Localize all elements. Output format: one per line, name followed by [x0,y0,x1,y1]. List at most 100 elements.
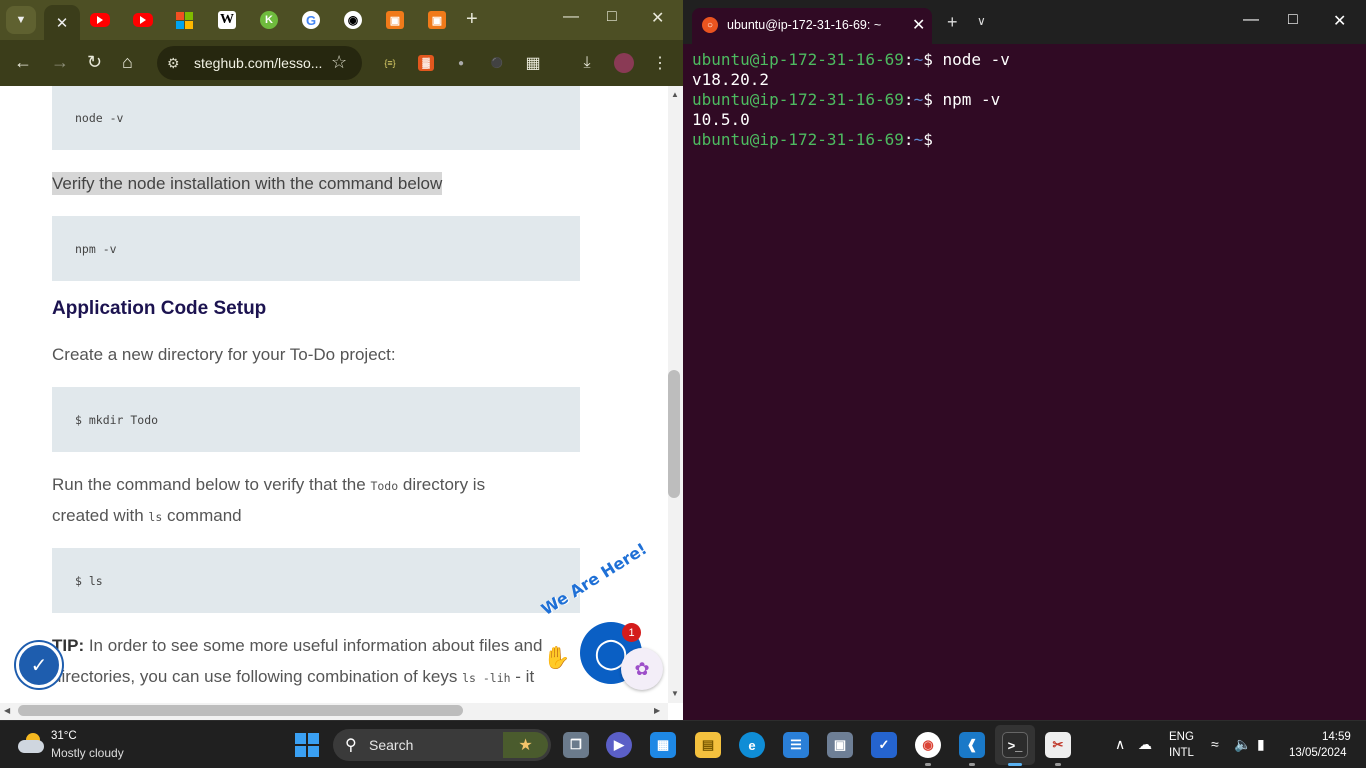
scroll-up-arrow[interactable]: ▲ [671,90,679,99]
fire-extension-icon[interactable]: ⚫ [489,55,505,71]
tab-youtube-2[interactable] [125,5,161,35]
terminal-output-line: v18.20.2 [692,70,770,89]
clock-date[interactable]: 13/05/2024 [1289,747,1347,759]
chevron-up-icon[interactable]: ∧ [1115,736,1125,753]
kr-icon: K [260,11,278,29]
prompt-separator: : [903,130,914,149]
scroll-right-arrow[interactable]: ▶ [654,706,660,715]
code-text: $ mkdir Todo [75,412,159,427]
forward-icon[interactable]: → [51,52,69,72]
tab-github[interactable]: ◉ [335,5,371,35]
address-bar[interactable]: ⚙ steghub.com/lesso... ☆ [157,46,362,80]
language-code[interactable]: ENG [1169,731,1194,743]
prompt-user: ubuntu@ip-172-31-16-69 [692,50,904,69]
snipping-tool-icon[interactable]: ✂ [1045,732,1071,758]
tab-orange-2[interactable]: ▣ [419,5,455,35]
paragraph-verify: Verify the node installation with the co… [52,169,582,199]
terminal-tab-bar: ○ ubuntu@ip-172-31-16-69: ~ ✕ + ∨ — □ ✕ [683,0,1366,44]
scroll-left-arrow[interactable]: ◀ [4,706,10,715]
tab-search-button[interactable]: ▼ [6,6,36,34]
chart-extension-icon[interactable]: ▓ [418,55,434,71]
tab-orange-1[interactable]: ▣ [377,5,413,35]
minimize-button[interactable]: — [1243,11,1259,29]
battery-icon[interactable]: ▮ [1257,736,1265,753]
taskbar: 31°C Mostly cloudy ⚲ Search ★ ❐ ▶ ▦ ▤ e … [0,720,1366,768]
code-block-npm: npm -v [52,216,580,281]
browser-window: ▼ ✕ W K G ◉ ▣ ▣ + — □ ✕ ← → ↻ ⌂ ⚙ steghu… [0,0,683,720]
new-tab-button[interactable]: + [466,8,478,31]
task-view-icon[interactable]: ❐ [563,732,589,758]
weather-description[interactable]: Mostly cloudy [51,746,124,760]
microsoft-store-icon[interactable]: ▦ [650,732,676,758]
horizontal-scroll-thumb[interactable] [18,705,463,716]
remote-desktop-icon[interactable]: ▣ [827,732,853,758]
youtube-icon [90,13,110,27]
window-close-button[interactable]: ✕ [651,8,664,28]
chrome-running-indicator [925,763,931,766]
vscode-icon[interactable]: ❰ [959,732,985,758]
todo-icon[interactable]: ✓ [871,732,897,758]
chevron-down-icon: ▼ [15,14,27,26]
back-icon[interactable]: ← [14,52,32,72]
text: created with [52,506,149,525]
volume-icon[interactable]: 🔈 [1234,736,1251,753]
page-content: node -v Verify the node installation wit… [0,86,668,703]
vertical-scroll-thumb[interactable] [668,370,680,498]
maximize-button[interactable]: □ [1288,11,1298,29]
tab-active[interactable]: ✕ [44,5,80,40]
terminal-tab[interactable]: ○ ubuntu@ip-172-31-16-69: ~ ✕ [692,8,932,44]
prompt-path: ~ [913,50,924,69]
onedrive-icon[interactable]: ☁ [1138,736,1152,753]
tab-youtube-1[interactable] [82,5,118,35]
code-block-ls: $ ls [52,548,580,613]
wave-hand-icon: ✋ [543,645,571,670]
reload-icon[interactable]: ↻ [87,52,102,72]
menu-kebab-icon[interactable]: ⋮ [652,55,668,72]
extensions-puzzle-icon[interactable]: ▦ [525,55,541,72]
prompt-dollar: $ [923,90,943,109]
tab-microsoft[interactable] [166,5,202,35]
new-terminal-tab-button[interactable]: + [947,12,958,33]
ai-assistant-button[interactable]: ✿ [621,648,663,690]
close-icon[interactable]: ✕ [912,15,925,35]
wikipedia-icon: W [218,11,236,29]
chevron-down-icon[interactable]: ∨ [977,14,986,28]
notepad-icon[interactable]: ☰ [783,732,809,758]
tab-wikipedia[interactable]: W [209,5,245,35]
highlighted-text: Verify the node installation with the co… [52,172,443,195]
bookmark-star-icon[interactable]: ☆ [331,52,347,73]
site-info-icon[interactable]: ⚙ [167,55,180,72]
clock-time[interactable]: 14:59 [1322,731,1351,743]
wifi-icon[interactable]: ≈ [1211,736,1219,752]
download-icon[interactable]: ⤓ [579,54,595,71]
close-icon[interactable]: ✕ [56,14,69,32]
prompt-dollar: $ [923,50,943,69]
prompt-dollar: $ [923,130,943,149]
code-text: node -v [75,110,124,125]
weather-temperature[interactable]: 31°C [51,730,77,742]
home-icon[interactable]: ⌂ [122,52,133,72]
terminal-icon[interactable]: >_ [1002,732,1028,758]
tab-google[interactable]: G [293,5,329,35]
avatar[interactable] [614,53,634,73]
weather-icon[interactable] [18,733,44,753]
teams-chat-icon[interactable]: ▶ [606,732,632,758]
ubuntu-icon: ○ [702,17,718,33]
terminal-output[interactable]: ubuntu@ip-172-31-16-69:~$ node -v v18.20.… [692,50,1010,150]
edge-icon[interactable]: e [739,732,765,758]
prompt-separator: : [903,50,914,69]
maximize-button[interactable]: □ [607,8,617,26]
file-explorer-icon[interactable]: ▤ [695,732,721,758]
chrome-icon[interactable]: ◉ [915,732,941,758]
scroll-down-arrow[interactable]: ▼ [671,689,679,698]
accessibility-button[interactable]: ✓ [16,642,62,688]
json-extension-icon[interactable]: {≡} [382,55,398,71]
window-close-button[interactable]: ✕ [1333,11,1346,31]
keyboard-layout[interactable]: INTL [1169,747,1194,759]
terminal-prompt-line: ubuntu@ip-172-31-16-69:~$ npm -v [692,90,1010,110]
minimize-button[interactable]: — [563,8,579,26]
mouse-extension-icon[interactable]: ● [453,55,469,71]
start-button[interactable] [295,733,319,757]
tab-kr[interactable]: K [251,5,287,35]
taskbar-search[interactable]: ⚲ Search ★ [333,729,551,761]
